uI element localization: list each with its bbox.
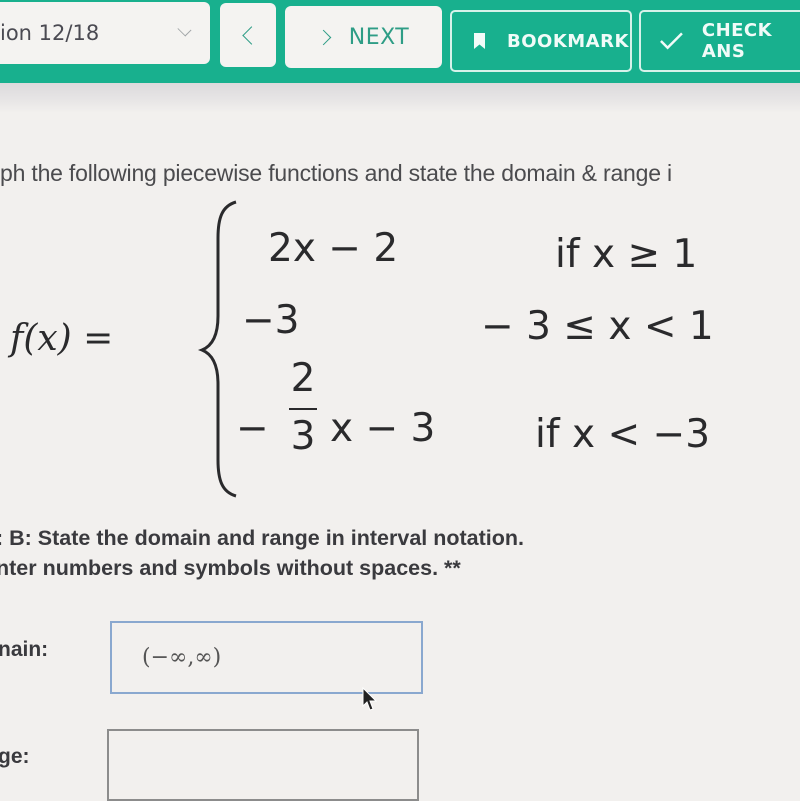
mouse-pointer-icon — [362, 687, 378, 711]
next-label: NEXT — [348, 24, 410, 50]
case-3-expression: x − 3 — [330, 406, 436, 451]
range-label: ge: — [0, 745, 30, 768]
case-2-expression: −3 — [242, 298, 300, 343]
bookmark-button[interactable]: BOOKMARK — [450, 10, 632, 72]
chevron-down-icon — [177, 22, 192, 37]
left-brace — [197, 200, 237, 498]
fraction-numerator: 2 — [290, 356, 316, 401]
next-button[interactable]: NEXT — [285, 6, 442, 68]
domain-input[interactable]: (−∞,∞) — [110, 621, 423, 694]
top-toolbar: ion 12/18 NEXT BOOKMARK CHECK ANS — [0, 0, 800, 83]
bookmark-label: BOOKMARK — [507, 30, 629, 52]
case-3-condition: if x < −3 — [535, 412, 711, 457]
question-selector-label: ion 12/18 — [0, 21, 100, 45]
domain-value: (−∞,∞) — [142, 645, 222, 670]
function-lhs: f(x) = — [10, 318, 114, 359]
fraction-denominator: 3 — [290, 414, 316, 459]
part-b-line-2: nter numbers and symbols without spaces.… — [0, 556, 461, 580]
part-b-line-1: : B: State the domain and range in inter… — [0, 526, 524, 550]
toolbar-shadow — [0, 83, 800, 113]
domain-label: nain: — [0, 638, 49, 661]
case-3-sign: − — [236, 406, 269, 451]
check-answer-label: CHECK ANS — [701, 20, 773, 62]
case-3-fraction: 2 3 — [283, 356, 323, 460]
question-selector-dropdown[interactable]: ion 12/18 — [0, 2, 210, 64]
case-2-condition: − 3 ≤ x < 1 — [481, 304, 714, 349]
check-icon — [660, 32, 683, 50]
case-1-condition: if x ≥ 1 — [555, 232, 698, 277]
check-answer-button[interactable]: CHECK ANS — [639, 10, 800, 72]
range-input[interactable] — [107, 729, 419, 801]
chevron-right-icon — [315, 29, 332, 45]
question-instruction: ph the following piecewise functions and… — [0, 160, 672, 186]
previous-button[interactable] — [220, 3, 276, 67]
case-1-expression: 2x − 2 — [268, 226, 399, 271]
fraction-bar — [289, 408, 317, 410]
bookmark-icon — [474, 33, 485, 49]
chevron-left-icon — [241, 25, 261, 45]
part-b-instructions: : B: State the domain and range in inter… — [0, 523, 524, 583]
